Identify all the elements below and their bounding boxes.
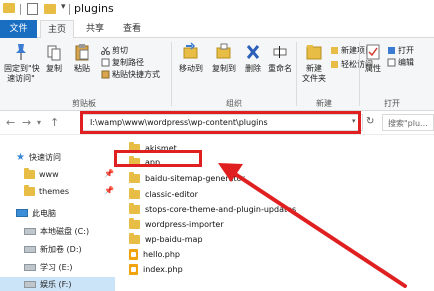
annotation-arrow (218, 163, 407, 288)
